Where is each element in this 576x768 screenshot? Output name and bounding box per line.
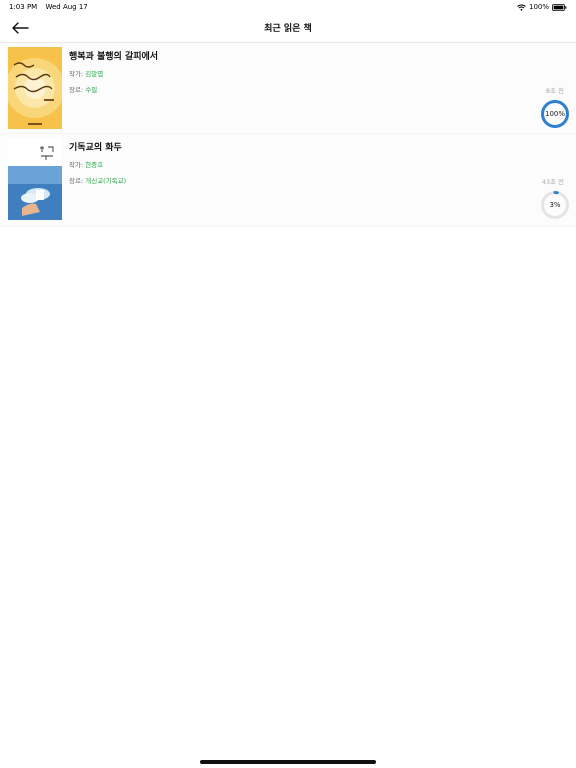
- book-row[interactable]: 기독교의 화두 작가: 한중호 장르: 개신교(기독교) 43초 전 3%: [0, 134, 576, 227]
- book-cover-image: [8, 138, 62, 220]
- status-left: 1:03 PM Wed Aug 17: [9, 3, 94, 11]
- last-read-time: 8초 전: [545, 87, 564, 95]
- reading-progress-ring: 3%: [540, 190, 570, 220]
- book-title: 행복과 불행의 갈피에서: [69, 52, 159, 62]
- progress-percent: 3%: [549, 201, 561, 209]
- status-date: Wed Aug 17: [45, 3, 88, 11]
- genre-label: 장르:: [69, 86, 84, 94]
- battery-icon: [552, 3, 567, 11]
- author-value: 한중호: [85, 161, 104, 169]
- status-time: 1:03 PM: [9, 3, 38, 11]
- genre-value: 수필: [85, 86, 98, 94]
- book-author: 작가: 한중호: [69, 159, 126, 169]
- home-indicator: [200, 760, 376, 764]
- nav-bar: 최근 읽은 책: [0, 14, 576, 43]
- reading-progress-ring: 100%: [540, 99, 570, 129]
- status-right: 100%: [517, 3, 567, 11]
- recent-books-list: 행복과 불행의 갈피에서 작가: 김말엽 장르: 수필 8초 전 100% 기독…: [0, 43, 576, 227]
- progress-percent: 100%: [544, 110, 565, 118]
- page-title: 최근 읽은 책: [264, 24, 312, 34]
- wifi-icon: [517, 4, 526, 11]
- book-info: 기독교의 화두 작가: 한중호 장르: 개신교(기독교): [69, 140, 126, 191]
- author-value: 김말엽: [85, 70, 104, 78]
- book-title: 기독교의 화두: [69, 143, 122, 153]
- genre-value: 개신교(기독교): [85, 177, 127, 185]
- book-genre: 장르: 개신교(기독교): [69, 175, 126, 185]
- book-genre: 장르: 수필: [69, 84, 158, 94]
- last-read-time: 43초 전: [541, 178, 564, 186]
- book-row[interactable]: 행복과 불행의 갈피에서 작가: 김말엽 장르: 수필 8초 전 100%: [0, 43, 576, 134]
- book-cover-image: [8, 47, 62, 129]
- status-bar: 1:03 PM Wed Aug 17 100%: [0, 0, 576, 14]
- author-label: 작가:: [69, 161, 84, 169]
- author-label: 작가:: [69, 70, 84, 78]
- book-author: 작가: 김말엽: [69, 68, 158, 78]
- genre-label: 장르:: [69, 177, 84, 185]
- book-info: 행복과 불행의 갈피에서 작가: 김말엽 장르: 수필: [69, 49, 158, 100]
- battery-percent: 100%: [528, 3, 549, 11]
